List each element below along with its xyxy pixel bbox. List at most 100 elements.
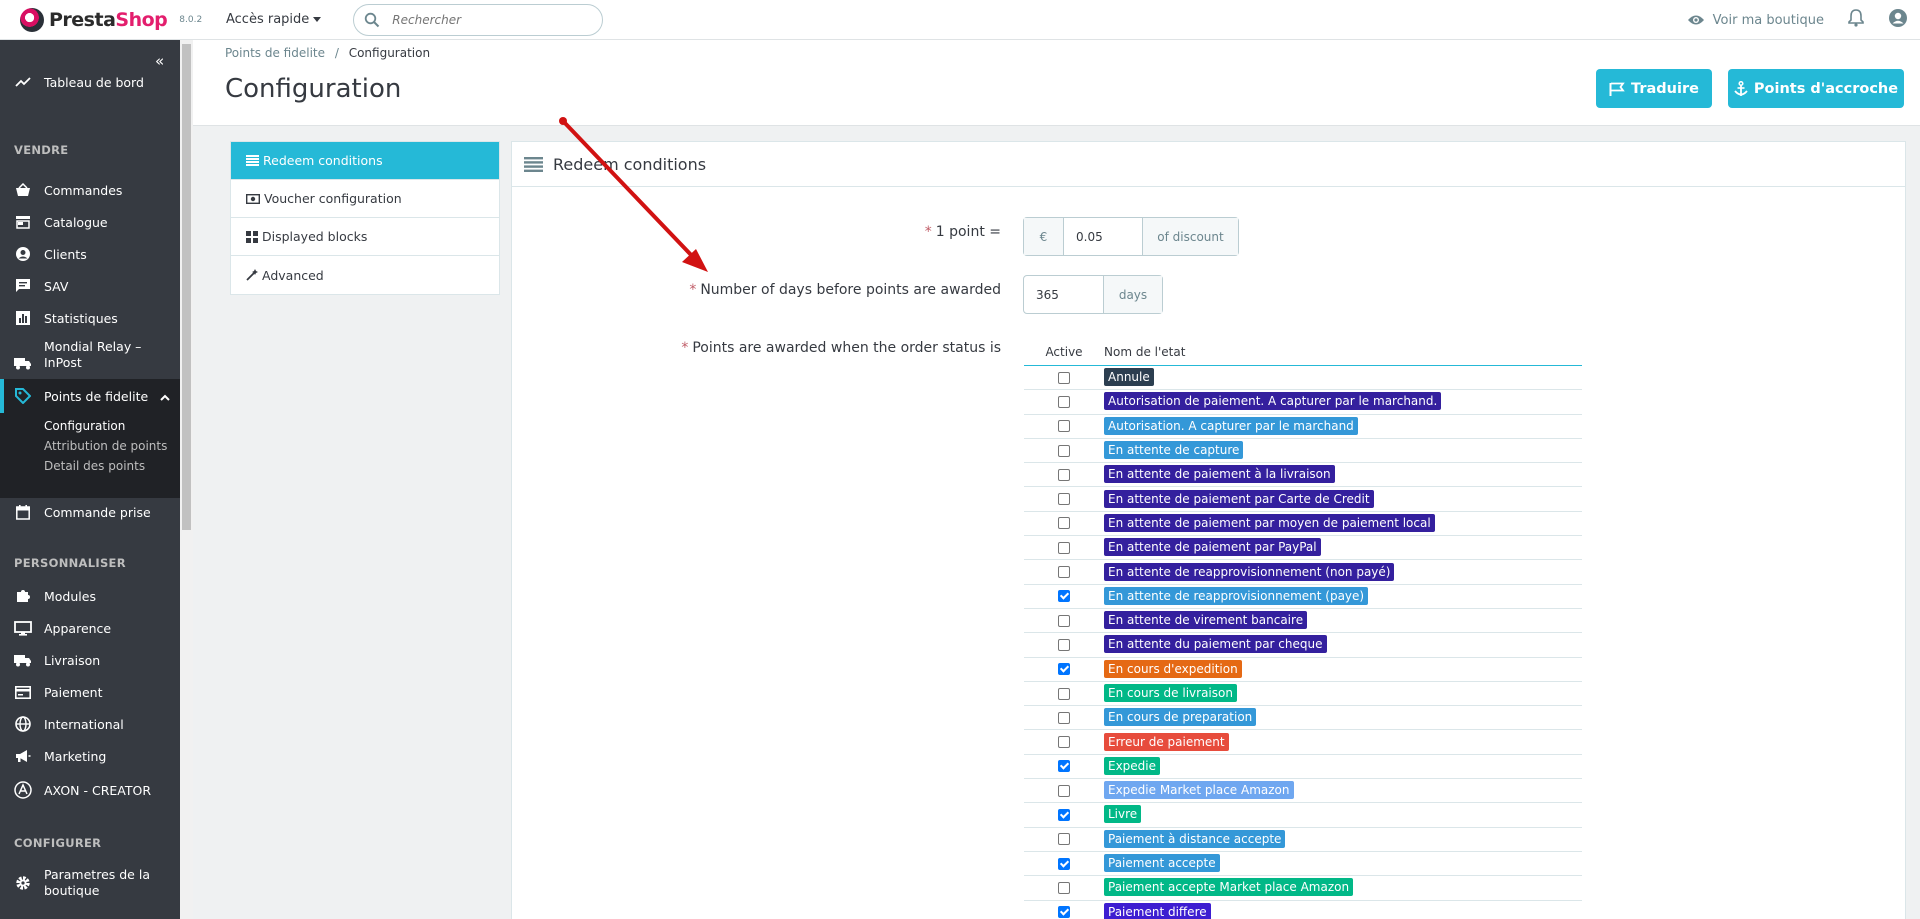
order-status-table: Active Nom de l'etat Annule Autorisation … <box>1024 338 1582 919</box>
status-active-checkbox[interactable] <box>1058 638 1070 651</box>
list-icon <box>524 156 543 172</box>
sidebar-item-appearance[interactable]: Apparence <box>0 618 180 638</box>
status-active-checkbox[interactable] <box>1058 420 1070 433</box>
prestashop-logo-icon <box>20 7 44 32</box>
active-cell <box>1024 614 1104 627</box>
status-active-checkbox[interactable] <box>1058 906 1070 919</box>
settings-icon <box>14 874 32 892</box>
hooks-button[interactable]: Points d'accroche <box>1728 69 1904 108</box>
config-tabs: Redeem conditions Voucher configuration … <box>230 141 500 295</box>
status-active-checkbox[interactable] <box>1058 566 1070 579</box>
table-row: Autorisation. A capturer par le marchand <box>1024 415 1582 439</box>
table-row: Paiement differe <box>1024 901 1582 919</box>
status-active-checkbox[interactable] <box>1058 711 1070 724</box>
sidebar-item-sav[interactable]: SAV <box>0 276 180 296</box>
tab-advanced[interactable]: Advanced <box>231 256 499 294</box>
status-active-checkbox[interactable] <box>1058 444 1070 457</box>
sidebar-item-international[interactable]: International <box>0 714 180 734</box>
status-active-checkbox[interactable] <box>1058 395 1070 408</box>
employee-menu-button[interactable] <box>1888 8 1908 32</box>
status-active-checkbox[interactable] <box>1058 614 1070 627</box>
sidebar-item-shipping[interactable]: Livraison <box>0 650 180 670</box>
store-icon <box>14 213 32 231</box>
status-active-checkbox[interactable] <box>1058 808 1070 821</box>
translate-button[interactable]: Traduire <box>1596 69 1712 108</box>
breadcrumb-current: Configuration <box>348 46 431 60</box>
collapse-sidebar-icon[interactable]: « <box>155 52 164 70</box>
point-value-input[interactable]: 0.05 <box>1064 218 1143 255</box>
table-row: En cours de livraison <box>1024 682 1582 707</box>
submenu-configuration[interactable]: Configuration <box>44 419 125 433</box>
search-box[interactable] <box>353 3 604 36</box>
status-active-checkbox[interactable] <box>1058 590 1070 603</box>
sidebar-item-marketing[interactable]: Marketing <box>0 746 180 766</box>
sidebar-item-order-taking[interactable]: Commande prise <box>0 502 180 522</box>
active-cell <box>1024 566 1104 579</box>
sidebar-item-catalog[interactable]: Catalogue <box>0 212 180 232</box>
status-active-checkbox[interactable] <box>1058 736 1070 749</box>
status-active-checkbox[interactable] <box>1058 857 1070 870</box>
tab-label: Displayed blocks <box>262 229 368 244</box>
breadcrumb-parent-link[interactable]: Points de fidelite <box>225 46 325 60</box>
status-active-checkbox[interactable] <box>1058 517 1070 530</box>
scrollbar-thumb[interactable] <box>182 44 191 530</box>
account-circle-icon <box>14 245 32 263</box>
sidebar-item-label: Modules <box>44 588 96 604</box>
status-active-checkbox[interactable] <box>1058 833 1070 846</box>
submenu-points-detail[interactable]: Detail des points <box>44 459 145 473</box>
sidebar-item-loyalty-points[interactable]: Points de fidelite <box>0 379 180 413</box>
money-icon <box>246 193 260 204</box>
table-row: En attente de virement bancaire <box>1024 609 1582 634</box>
status-name-cell: Paiement à distance accepte <box>1104 829 1286 848</box>
status-active-checkbox[interactable] <box>1058 493 1070 506</box>
status-name-cell: En attente du paiement par cheque <box>1104 635 1327 654</box>
sidebar-item-dashboard[interactable]: Tableau de bord <box>0 70 180 94</box>
sidebar-item-shop-parameters[interactable]: Parametres de la boutique <box>0 866 180 900</box>
status-active-checkbox[interactable] <box>1058 760 1070 773</box>
sidebar-item-label: Clients <box>44 246 87 262</box>
sidebar-item-modules[interactable]: Modules <box>0 586 180 606</box>
notifications-button[interactable] <box>1848 9 1864 31</box>
quick-access-dropdown[interactable]: Accès rapide <box>226 12 322 27</box>
status-active-checkbox[interactable] <box>1058 371 1070 384</box>
table-row: Annule <box>1024 366 1582 391</box>
sidebar-scrollbar[interactable] <box>180 40 193 919</box>
panel-heading: Redeem conditions <box>512 142 1905 187</box>
status-active-checkbox[interactable] <box>1058 687 1070 700</box>
days-input[interactable]: 365 <box>1024 276 1104 313</box>
status-badge: Expedie <box>1104 756 1161 775</box>
active-cell <box>1024 687 1104 700</box>
bar-chart-icon <box>14 309 32 327</box>
status-active-checkbox[interactable] <box>1058 541 1070 554</box>
sidebar-item-mondial-relay[interactable]: Mondial Relay – InPost <box>0 334 180 376</box>
axon-icon <box>14 781 32 799</box>
truck-icon <box>14 651 32 669</box>
sidebar-item-label: Commandes <box>44 182 123 198</box>
sidebar-item-axon[interactable]: AXON - CREATOR <box>0 778 180 802</box>
sidebar-item-label: Livraison <box>44 652 101 668</box>
desktop-icon <box>14 619 32 637</box>
status-badge: En attente de reapprovisionnement (non p… <box>1104 562 1395 581</box>
status-active-checkbox[interactable] <box>1058 468 1070 481</box>
sidebar-item-stats[interactable]: Statistiques <box>0 308 180 328</box>
anchor-icon <box>1734 80 1748 96</box>
sidebar-item-payment[interactable]: Paiement <box>0 682 180 702</box>
status-badge: En attente de reapprovisionnement (paye) <box>1104 586 1369 605</box>
point-value-group: € 0.05 of discount <box>1023 217 1239 256</box>
tab-displayed-blocks[interactable]: Displayed blocks <box>231 218 499 256</box>
active-cell <box>1024 395 1104 408</box>
submenu-points-attribution[interactable]: Attribution de points <box>44 439 167 453</box>
tab-redeem-conditions[interactable]: Redeem conditions <box>231 142 499 180</box>
active-cell <box>1024 444 1104 457</box>
status-active-checkbox[interactable] <box>1058 881 1070 894</box>
prestashop-logo[interactable]: PrestaShop 8.0.2 <box>20 7 210 32</box>
view-shop-link[interactable]: Voir ma boutique <box>1687 13 1824 28</box>
tab-voucher-configuration[interactable]: Voucher configuration <box>231 180 499 218</box>
sidebar-item-label: SAV <box>44 278 69 294</box>
search-input[interactable] <box>392 12 583 27</box>
status-active-checkbox[interactable] <box>1058 784 1070 797</box>
status-badge: Paiement accepte Market place Amazon <box>1104 878 1354 897</box>
status-active-checkbox[interactable] <box>1058 663 1070 676</box>
sidebar-item-orders[interactable]: Commandes <box>0 180 180 200</box>
sidebar-item-customers[interactable]: Clients <box>0 244 180 264</box>
